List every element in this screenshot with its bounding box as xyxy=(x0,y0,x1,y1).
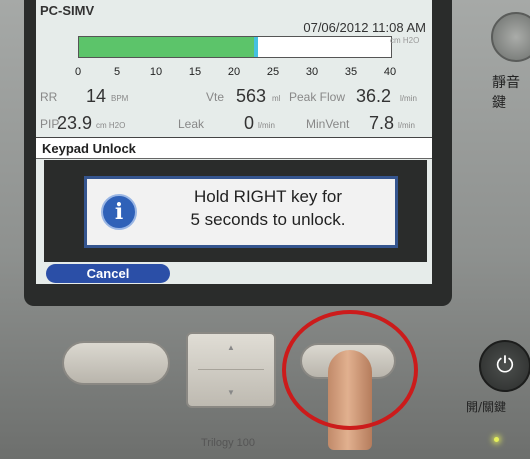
keypad-unlock-title: Keypad Unlock xyxy=(42,141,136,156)
date-time: 07/06/2012 11:08 AM xyxy=(303,20,426,35)
leak-unit: l/min xyxy=(258,121,275,130)
keypad-unlock-header: Keypad Unlock xyxy=(36,137,432,159)
pressure-tick-label: 25 xyxy=(266,66,280,78)
peak-flow-value: 36.2 xyxy=(356,86,392,106)
down-arrow-icon: ▼ xyxy=(227,388,235,397)
pressure-tick-label: 10 xyxy=(149,66,163,78)
ventilation-mode: PC-SIMV xyxy=(40,3,95,18)
min-vent-unit: l/min xyxy=(398,121,415,130)
rr-value: 14 xyxy=(86,86,107,106)
metrics-row-2: PIP 23.9 cm H2O Leak 0 l/min MinVent 7.8… xyxy=(36,113,432,135)
highlight-circle xyxy=(282,310,418,430)
pressure-bar-fill xyxy=(79,37,254,57)
up-down-key[interactable]: ▲ ▼ xyxy=(186,332,276,408)
power-label: 開/關鍵 xyxy=(466,400,507,414)
pressure-tick-label: 30 xyxy=(305,66,319,78)
pressure-tick-label: 0 xyxy=(74,66,82,78)
metrics-row-1: RR 14 BPM Vte 563 ml Peak Flow 36.2 l/mi… xyxy=(36,86,432,108)
up-arrow-icon: ▲ xyxy=(227,343,235,352)
unlock-message-line-1: Hold RIGHT key for xyxy=(193,187,342,206)
brand-label: Trilogy 100 xyxy=(201,437,256,449)
alarm-silence-icon[interactable] xyxy=(491,12,530,62)
peak-flow-unit: l/min xyxy=(400,94,417,103)
info-icon: i xyxy=(101,194,137,230)
pressure-tick-label: 40 xyxy=(383,66,397,78)
pressure-tick-label: 15 xyxy=(188,66,202,78)
pressure-tick-label: 35 xyxy=(344,66,358,78)
pip-value: 23.9 xyxy=(57,113,93,133)
peak-flow-label: Peak Flow xyxy=(289,90,346,104)
pressure-tick-label: 20 xyxy=(227,66,241,78)
pressure-bar xyxy=(78,36,392,58)
pip-unit: cm H2O xyxy=(96,121,126,130)
key-divider xyxy=(198,369,264,370)
power-icon[interactable]: ⏻ xyxy=(479,340,530,392)
unlock-message-line-2: 5 seconds to unlock. xyxy=(190,210,346,229)
unlock-message-box: i Hold RIGHT key for 5 seconds to unlock… xyxy=(84,176,398,248)
rr-unit: BPM xyxy=(111,94,129,103)
pressure-tick-label: 5 xyxy=(113,66,121,78)
pressure-scale: 0 5 10 15 20 25 30 35 40 xyxy=(36,66,432,80)
pressure-bar-unit: cm H2O xyxy=(390,36,420,45)
pressure-bar-marker xyxy=(253,37,258,57)
vte-unit: ml xyxy=(272,94,281,103)
leak-label: Leak xyxy=(178,117,205,131)
vte-label: Vte xyxy=(206,90,225,104)
vte-value: 563 xyxy=(236,86,267,106)
cancel-button[interactable]: Cancel xyxy=(46,264,170,283)
rr-label: RR xyxy=(40,90,58,104)
min-vent-value: 7.8 xyxy=(369,113,395,133)
leak-value: 0 xyxy=(244,113,255,133)
left-softkey[interactable] xyxy=(62,341,170,385)
ventilator-screen: PC-SIMV 07/06/2012 11:08 AM cm H2O 0 5 10 1… xyxy=(36,0,432,284)
alarm-silence-label: 靜音鍵 xyxy=(492,75,520,111)
power-led xyxy=(494,437,499,442)
min-vent-label: MinVent xyxy=(306,117,350,131)
